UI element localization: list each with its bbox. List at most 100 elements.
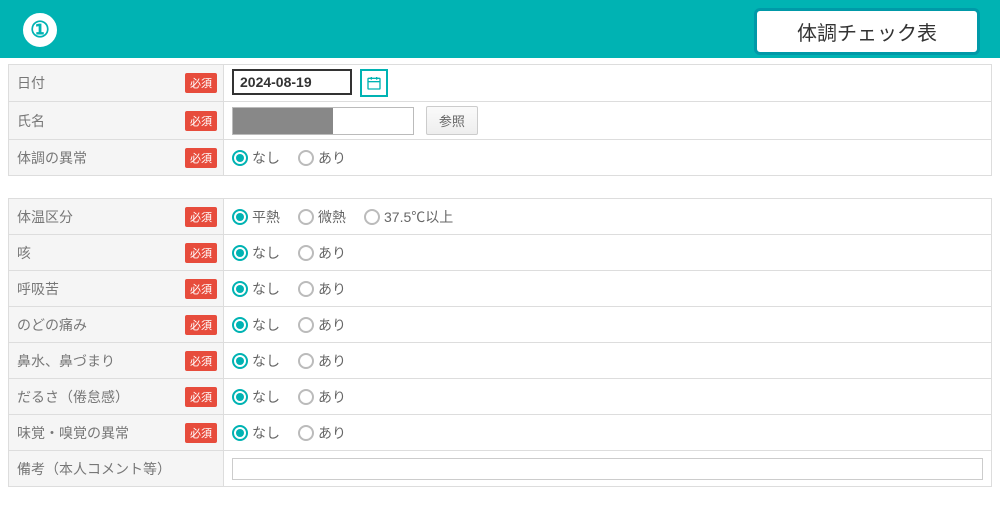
label-taste: 味覚・嗅覚の異常 必須	[9, 415, 224, 451]
step-badge: ①	[20, 10, 60, 50]
label-breath: 呼吸苦 必須	[9, 271, 224, 307]
radio-icon	[232, 425, 248, 441]
value-date	[224, 65, 992, 102]
radio-fatigue-none[interactable]: なし	[232, 387, 280, 407]
radio-nose-yes[interactable]: あり	[298, 351, 346, 371]
radio-label: 37.5℃以上	[384, 207, 453, 227]
required-badge: 必須	[185, 207, 217, 227]
radio-icon	[298, 150, 314, 166]
header-bar: ① 体調チェック表	[0, 0, 1000, 58]
radio-icon	[232, 209, 248, 225]
radio-label: あり	[318, 351, 346, 371]
required-badge: 必須	[185, 279, 217, 299]
radio-taste-none[interactable]: なし	[232, 423, 280, 443]
radio-icon	[232, 389, 248, 405]
label-abnormal-text: 体調の異常	[17, 148, 87, 168]
value-breath: なし あり	[224, 271, 992, 307]
name-empty	[333, 108, 413, 134]
value-taste: なし あり	[224, 415, 992, 451]
radio-fatigue-yes[interactable]: あり	[298, 387, 346, 407]
label-abnormal: 体調の異常 必須	[9, 140, 224, 176]
radio-temp-slight[interactable]: 微熱	[298, 207, 346, 227]
label-throat: のどの痛み 必須	[9, 307, 224, 343]
value-name: 参照	[224, 102, 992, 140]
radio-abnormal-yes[interactable]: あり	[298, 148, 346, 168]
radio-label: あり	[318, 315, 346, 335]
radio-label: なし	[252, 148, 280, 168]
radio-icon	[298, 389, 314, 405]
radio-breath-yes[interactable]: あり	[298, 279, 346, 299]
radio-label: なし	[252, 279, 280, 299]
radio-group-abnormal: なし あり	[232, 148, 983, 168]
date-input[interactable]	[232, 69, 352, 95]
label-name-text: 氏名	[17, 111, 45, 131]
radio-group-fatigue: なし あり	[232, 387, 983, 407]
radio-label: あり	[318, 148, 346, 168]
form-table-bottom: 体温区分 必須 平熱 微熱 37.5℃以上 咳 必須 なし あり	[8, 198, 992, 487]
radio-taste-yes[interactable]: あり	[298, 423, 346, 443]
calendar-icon	[366, 75, 382, 91]
form-table-top: 日付 必須 氏名 必須	[8, 64, 992, 176]
value-abnormal: なし あり	[224, 140, 992, 176]
value-remarks	[224, 451, 992, 487]
radio-label: なし	[252, 315, 280, 335]
radio-cough-none[interactable]: なし	[232, 243, 280, 263]
label-temp-text: 体温区分	[17, 207, 73, 227]
label-breath-text: 呼吸苦	[17, 279, 59, 299]
radio-nose-none[interactable]: なし	[232, 351, 280, 371]
required-badge: 必須	[185, 73, 217, 93]
radio-throat-yes[interactable]: あり	[298, 315, 346, 335]
label-cough: 咳 必須	[9, 235, 224, 271]
label-fatigue: だるさ（倦怠感） 必須	[9, 379, 224, 415]
radio-group-taste: なし あり	[232, 423, 983, 443]
radio-icon	[298, 245, 314, 261]
remarks-input[interactable]	[232, 458, 983, 480]
radio-icon	[232, 150, 248, 166]
label-fatigue-text: だるさ（倦怠感）	[17, 387, 129, 407]
value-cough: なし あり	[224, 235, 992, 271]
radio-label: あり	[318, 387, 346, 407]
radio-temp-normal[interactable]: 平熱	[232, 207, 280, 227]
required-badge: 必須	[185, 148, 217, 168]
page-title: 体調チェック表	[754, 8, 980, 55]
required-badge: 必須	[185, 243, 217, 263]
label-temp: 体温区分 必須	[9, 199, 224, 235]
required-badge: 必須	[185, 423, 217, 443]
radio-temp-high[interactable]: 37.5℃以上	[364, 207, 453, 227]
label-nose-text: 鼻水、鼻づまり	[17, 351, 115, 371]
radio-group-temp: 平熱 微熱 37.5℃以上	[232, 207, 983, 227]
radio-breath-none[interactable]: なし	[232, 279, 280, 299]
label-taste-text: 味覚・嗅覚の異常	[17, 423, 129, 443]
radio-abnormal-none[interactable]: なし	[232, 148, 280, 168]
radio-icon	[364, 209, 380, 225]
radio-icon	[298, 425, 314, 441]
radio-icon	[232, 353, 248, 369]
label-remarks-text: 備考（本人コメント等）	[17, 459, 171, 479]
required-badge: 必須	[185, 387, 217, 407]
label-throat-text: のどの痛み	[17, 315, 87, 335]
radio-cough-yes[interactable]: あり	[298, 243, 346, 263]
calendar-button[interactable]	[360, 69, 388, 97]
radio-label: 平熱	[252, 207, 280, 227]
radio-throat-none[interactable]: なし	[232, 315, 280, 335]
name-redacted	[233, 108, 333, 134]
reference-button[interactable]: 参照	[426, 106, 478, 135]
radio-label: なし	[252, 423, 280, 443]
radio-icon	[298, 353, 314, 369]
radio-icon	[232, 317, 248, 333]
value-throat: なし あり	[224, 307, 992, 343]
radio-group-cough: なし あり	[232, 243, 983, 263]
label-nose: 鼻水、鼻づまり 必須	[9, 343, 224, 379]
radio-icon	[298, 209, 314, 225]
required-badge: 必須	[185, 351, 217, 371]
form-area: 日付 必須 氏名 必須	[0, 58, 1000, 487]
radio-label: なし	[252, 351, 280, 371]
radio-group-breath: なし あり	[232, 279, 983, 299]
value-fatigue: なし あり	[224, 379, 992, 415]
radio-label: なし	[252, 387, 280, 407]
name-display	[232, 107, 414, 135]
value-nose: なし あり	[224, 343, 992, 379]
radio-icon	[298, 317, 314, 333]
radio-icon	[232, 245, 248, 261]
radio-label: あり	[318, 279, 346, 299]
